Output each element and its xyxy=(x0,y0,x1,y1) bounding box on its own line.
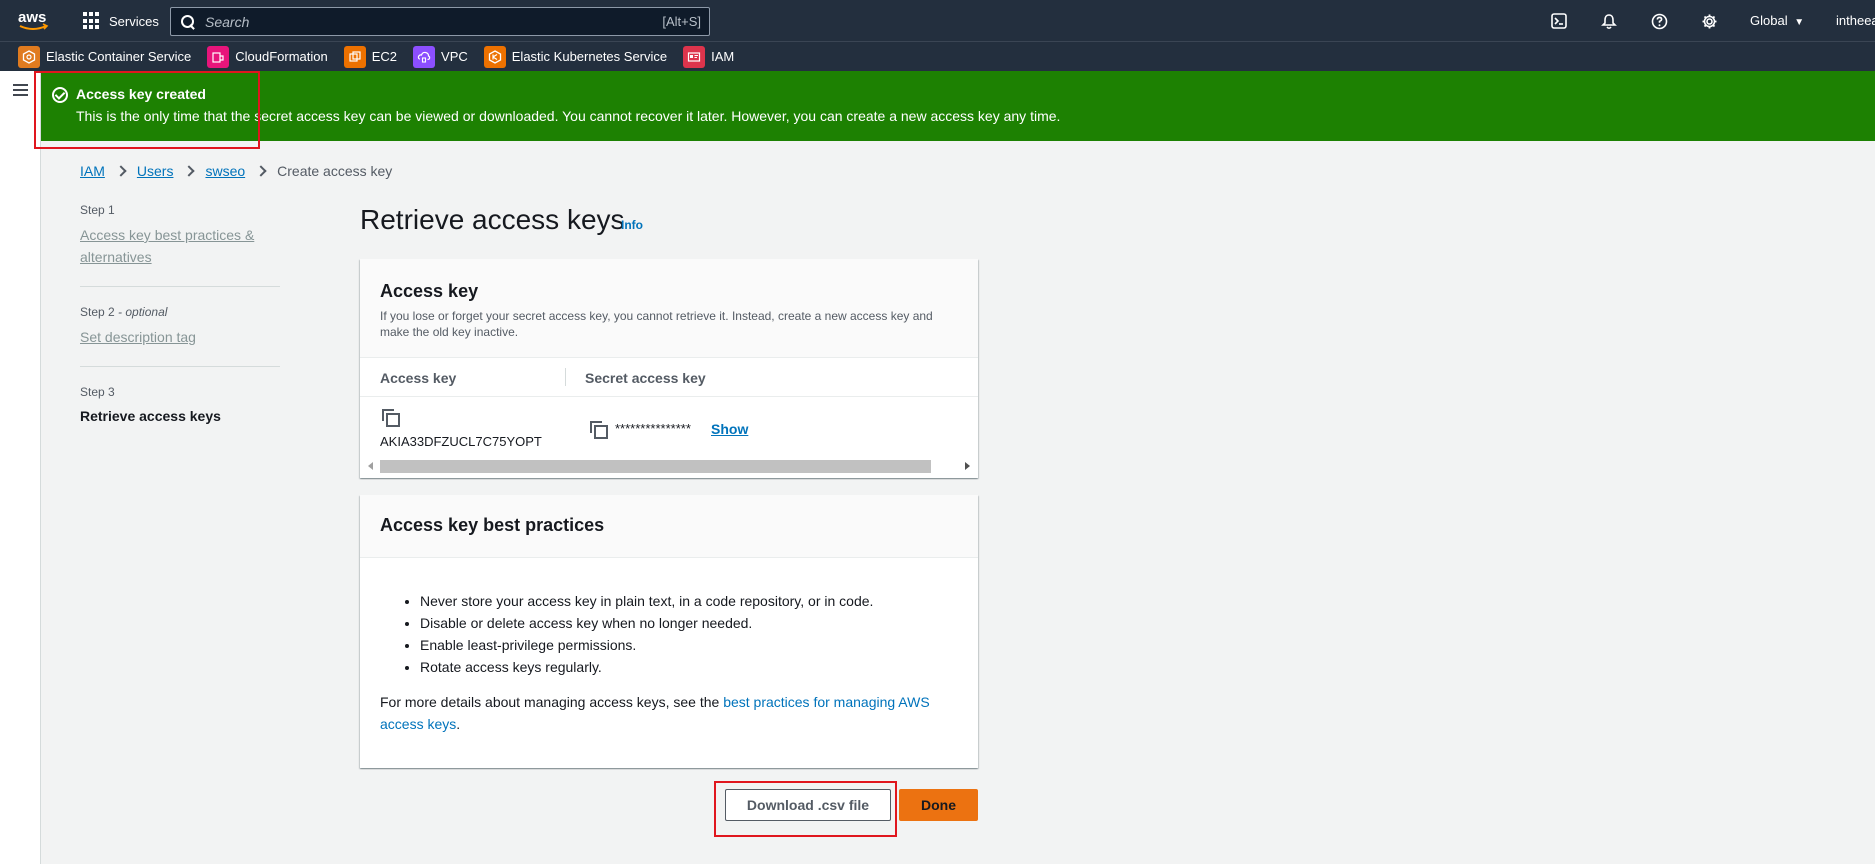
account-name: intheea xyxy=(1836,13,1875,28)
card-header: Access key best practices xyxy=(360,495,978,558)
table-header: Access key Secret access key xyxy=(360,358,978,397)
column-divider xyxy=(565,368,566,386)
step-optional: - optional xyxy=(118,305,168,319)
services-menu-button[interactable]: Services xyxy=(83,10,159,32)
step-divider xyxy=(80,366,280,367)
settings-gear-icon[interactable] xyxy=(1698,10,1720,32)
step-3-current: Retrieve access keys xyxy=(80,408,221,424)
breadcrumb-current: Create access key xyxy=(277,163,393,179)
breadcrumb-users[interactable]: Users xyxy=(137,163,174,179)
best-practices-footer: For more details about managing access k… xyxy=(380,691,958,735)
menu-hamburger-icon[interactable] xyxy=(13,84,28,96)
chevron-right-icon xyxy=(183,165,196,177)
favorite-label: IAM xyxy=(711,49,735,64)
page-title: Retrieve access keys xyxy=(360,204,625,235)
vpc-service-icon xyxy=(413,45,436,68)
favorite-label: VPC xyxy=(441,49,468,64)
copy-secret-key-icon[interactable] xyxy=(590,421,608,439)
chevron-right-icon xyxy=(115,165,127,177)
scroll-left-arrow-icon[interactable] xyxy=(368,462,373,470)
step-1: Step 1 Access key best practices & alter… xyxy=(80,203,280,268)
favorites-bar: Elastic Container Service CloudFormation… xyxy=(0,41,1875,71)
favorite-ec2[interactable]: EC2 xyxy=(343,45,398,68)
list-item: Disable or delete access key when no lon… xyxy=(420,612,873,634)
cloudshell-icon[interactable] xyxy=(1548,10,1570,32)
ecs-service-icon xyxy=(18,45,40,68)
list-item: Never store your access key in plain tex… xyxy=(420,590,873,612)
step-number: Step 3 xyxy=(80,385,115,399)
favorite-ecs[interactable]: Elastic Container Service xyxy=(18,45,192,68)
column-header-secret-key: Secret access key xyxy=(585,370,706,386)
aws-logo-icon: aws xyxy=(18,9,49,30)
breadcrumb-iam[interactable]: IAM xyxy=(80,163,105,179)
favorite-label: Elastic Container Service xyxy=(46,49,192,64)
highlight-box-flash xyxy=(34,71,260,149)
footer-suffix: . xyxy=(456,716,461,732)
caret-down-icon: ▼ xyxy=(1794,17,1805,28)
access-key-card: Access key If you lose or forget your se… xyxy=(360,259,978,478)
services-label: Services xyxy=(109,13,159,29)
scroll-right-arrow-icon[interactable] xyxy=(965,462,970,470)
region-label: Global xyxy=(1750,13,1788,28)
favorite-label: Elastic Kubernetes Service xyxy=(511,49,668,64)
eks-service-icon xyxy=(483,45,506,68)
card-title: Access key best practices xyxy=(380,515,605,535)
top-navigation: aws Services [Alt+S] Global ▼ inthee xyxy=(0,0,1875,41)
list-item: Enable least-privilege permissions. xyxy=(420,634,873,656)
footer-text: For more details about managing access k… xyxy=(380,694,724,710)
favorite-vpc[interactable]: VPC xyxy=(413,45,468,68)
step-1-link[interactable]: Access key best practices & alternatives xyxy=(80,224,280,268)
breadcrumb-user[interactable]: swseo xyxy=(205,163,245,179)
step-2: Step 2 - optional Set description tag xyxy=(80,305,280,348)
scrollbar-thumb[interactable] xyxy=(380,460,931,473)
step-number: Step 2 - optional xyxy=(80,305,168,319)
horizontal-scrollbar[interactable] xyxy=(360,457,978,474)
wizard-steps: Step 1 Access key best practices & alter… xyxy=(80,203,280,424)
access-key-value: AKIA33DFZUCL7C75YOPT xyxy=(380,434,542,449)
region-selector[interactable]: Global ▼ xyxy=(1750,13,1804,28)
services-grid-icon xyxy=(83,12,101,30)
favorite-label: CloudFormation xyxy=(235,49,328,64)
copy-access-key-icon[interactable] xyxy=(382,409,400,427)
nav-icons xyxy=(1548,10,1748,32)
column-header-access-key: Access key xyxy=(380,370,457,386)
show-secret-link[interactable]: Show xyxy=(711,421,748,437)
search-input[interactable] xyxy=(205,13,645,30)
highlight-box-download xyxy=(714,781,897,837)
account-menu[interactable]: intheea xyxy=(1836,13,1875,28)
search-shortcut-hint: [Alt+S] xyxy=(662,14,701,29)
done-button[interactable]: Done xyxy=(899,789,978,821)
search-bar[interactable]: [Alt+S] xyxy=(170,7,710,36)
step-2-link[interactable]: Set description tag xyxy=(80,326,280,348)
success-flash-banner: Access key created This is the only time… xyxy=(41,71,1875,141)
step-3: Step 3 Retrieve access keys xyxy=(80,385,280,424)
ec2-service-icon xyxy=(343,45,366,68)
step-number: Step 1 xyxy=(80,203,115,217)
iam-service-icon xyxy=(683,45,706,68)
list-item: Rotate access keys regularly. xyxy=(420,656,873,678)
help-icon[interactable] xyxy=(1648,10,1670,32)
best-practices-card: Access key best practices Never store yo… xyxy=(360,495,978,768)
favorite-iam[interactable]: IAM xyxy=(683,45,735,68)
favorite-label: EC2 xyxy=(371,49,398,64)
favorite-eks[interactable]: Elastic Kubernetes Service xyxy=(483,45,668,68)
side-navigation-rail xyxy=(0,71,41,864)
card-description: If you lose or forget your secret access… xyxy=(380,309,933,339)
cloudformation-service-icon xyxy=(207,45,230,68)
info-link[interactable]: Info xyxy=(621,218,643,232)
secret-key-masked: *************** xyxy=(615,421,691,436)
favorite-cloudformation[interactable]: CloudFormation xyxy=(207,45,328,68)
aws-logo[interactable]: aws xyxy=(17,8,53,34)
card-title: Access key xyxy=(380,281,479,301)
best-practices-list: Never store your access key in plain tex… xyxy=(420,590,873,678)
notifications-bell-icon[interactable] xyxy=(1598,10,1620,32)
search-icon xyxy=(181,14,195,29)
chevron-right-icon xyxy=(255,165,267,177)
svg-text:aws: aws xyxy=(18,9,46,26)
breadcrumb: IAM Users swseo Create access key xyxy=(80,163,392,179)
card-header: Access key If you lose or forget your se… xyxy=(360,259,978,358)
step-divider xyxy=(80,286,280,287)
